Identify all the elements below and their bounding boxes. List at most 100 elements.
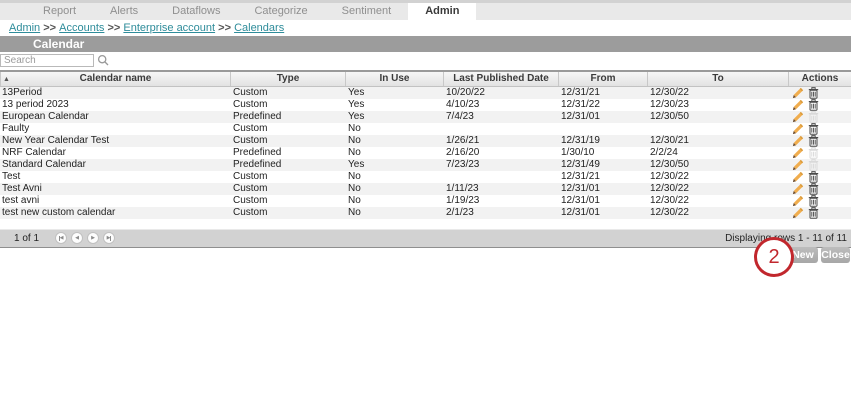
- column-header-calendar-name[interactable]: Calendar name: [0, 72, 230, 86]
- from-cell: 12/31/01: [558, 183, 647, 195]
- edit-pencil-icon[interactable]: [792, 87, 804, 99]
- search-row: [0, 53, 851, 70]
- actions-cell: [788, 171, 851, 183]
- delete-trash-icon[interactable]: [807, 195, 819, 207]
- to-cell: [647, 123, 788, 135]
- next-page-icon: ▶: [91, 236, 95, 241]
- from-cell: [558, 123, 647, 135]
- last-published-cell: 7/23/23: [443, 159, 558, 171]
- column-header-actions[interactable]: Actions: [788, 72, 851, 86]
- sort-asc-icon[interactable]: ▲: [3, 72, 10, 87]
- breadcrumb-link-admin[interactable]: Admin: [9, 22, 40, 34]
- search-input[interactable]: [0, 54, 94, 67]
- tab-report[interactable]: Report: [26, 3, 93, 20]
- table-row[interactable]: Test Custom No 12/31/21 12/30/22: [0, 171, 851, 183]
- column-header-in-use[interactable]: In Use: [345, 72, 443, 86]
- calendar-name-cell: Standard Calendar: [0, 159, 230, 171]
- annotation-number: 2: [768, 246, 779, 269]
- from-cell: 12/31/01: [558, 195, 647, 207]
- edit-pencil-icon[interactable]: [792, 171, 804, 183]
- calendar-name-cell: NRF Calendar: [0, 147, 230, 159]
- actions-cell: [788, 111, 851, 123]
- delete-trash-icon[interactable]: [807, 183, 819, 195]
- to-cell: 12/30/50: [647, 159, 788, 171]
- delete-trash-icon[interactable]: [807, 99, 819, 111]
- edit-pencil-icon[interactable]: [792, 111, 804, 123]
- type-cell: Custom: [230, 123, 345, 135]
- delete-trash-icon[interactable]: [807, 123, 819, 135]
- type-cell: Custom: [230, 207, 345, 219]
- last-page-button[interactable]: ▶: [103, 232, 115, 244]
- actions-cell: [788, 207, 851, 219]
- last-published-cell: 2/16/20: [443, 147, 558, 159]
- last-published-cell: [443, 171, 558, 183]
- tab-alerts[interactable]: Alerts: [93, 3, 155, 20]
- type-cell: Custom: [230, 195, 345, 207]
- edit-pencil-icon[interactable]: [792, 99, 804, 111]
- table-header-row: ▲ Calendar nameTypeIn UseLast Published …: [0, 72, 851, 87]
- edit-pencil-icon[interactable]: [792, 135, 804, 147]
- breadcrumb-link-calendars[interactable]: Calendars: [234, 22, 284, 34]
- breadcrumb-link-enterprise-account[interactable]: Enterprise account: [123, 22, 215, 34]
- table-row[interactable]: Faulty Custom No: [0, 123, 851, 135]
- next-page-button[interactable]: ▶: [87, 232, 99, 244]
- in-use-cell: No: [345, 183, 443, 195]
- edit-pencil-icon[interactable]: [792, 147, 804, 159]
- table-row[interactable]: European Calendar Predefined Yes 7/4/23 …: [0, 111, 851, 123]
- table-row[interactable]: test avni Custom No 1/19/23 12/31/01 12/…: [0, 195, 851, 207]
- from-cell: 12/31/01: [558, 207, 647, 219]
- in-use-cell: Yes: [345, 111, 443, 123]
- calendar-name-cell: Test Avni: [0, 183, 230, 195]
- first-page-button[interactable]: ◀: [55, 232, 67, 244]
- column-header-to[interactable]: To: [647, 72, 788, 86]
- edit-pencil-icon[interactable]: [792, 123, 804, 135]
- table-row[interactable]: 13 period 2023 Custom Yes 4/10/23 12/31/…: [0, 99, 851, 111]
- table-row[interactable]: New Year Calendar Test Custom No 1/26/21…: [0, 135, 851, 147]
- to-cell: 12/30/21: [647, 135, 788, 147]
- breadcrumb-link-accounts[interactable]: Accounts: [59, 22, 104, 34]
- actions-cell: [788, 159, 851, 171]
- from-cell: 1/30/10: [558, 147, 647, 159]
- table-row[interactable]: 13Period Custom Yes 10/20/22 12/31/21 12…: [0, 87, 851, 99]
- to-cell: 12/30/23: [647, 99, 788, 111]
- tab-bar: ReportAlertsDataflowsCategorizeSentiment…: [0, 0, 851, 20]
- to-cell: 12/30/22: [647, 207, 788, 219]
- column-header-from[interactable]: From: [558, 72, 647, 86]
- type-cell: Custom: [230, 171, 345, 183]
- tab-dataflows[interactable]: Dataflows: [155, 3, 237, 20]
- type-cell: Custom: [230, 87, 345, 99]
- column-header-type[interactable]: Type: [230, 72, 345, 86]
- delete-trash-icon[interactable]: [807, 135, 819, 147]
- type-cell: Custom: [230, 99, 345, 111]
- tab-categorize[interactable]: Categorize: [237, 3, 324, 20]
- delete-trash-icon[interactable]: [807, 87, 819, 99]
- table-row[interactable]: Standard Calendar Predefined Yes 7/23/23…: [0, 159, 851, 171]
- type-cell: Custom: [230, 183, 345, 195]
- edit-pencil-icon[interactable]: [792, 207, 804, 219]
- edit-pencil-icon[interactable]: [792, 159, 804, 171]
- last-published-cell: 1/19/23: [443, 195, 558, 207]
- table-row[interactable]: test new custom calendar Custom No 2/1/2…: [0, 207, 851, 219]
- column-header-last-published-date[interactable]: Last Published Date: [443, 72, 558, 86]
- delete-trash-icon[interactable]: [807, 207, 819, 219]
- tab-sentiment[interactable]: Sentiment: [325, 3, 409, 20]
- in-use-cell: No: [345, 171, 443, 183]
- table-row[interactable]: NRF Calendar Predefined No 2/16/20 1/30/…: [0, 147, 851, 159]
- from-cell: 12/31/01: [558, 111, 647, 123]
- breadcrumb-separator: >>: [215, 22, 234, 34]
- search-icon[interactable]: [97, 54, 110, 67]
- previous-page-button[interactable]: ◀: [71, 232, 83, 244]
- close-button[interactable]: Close: [821, 247, 850, 263]
- type-cell: Predefined: [230, 111, 345, 123]
- edit-pencil-icon[interactable]: [792, 195, 804, 207]
- edit-pencil-icon[interactable]: [792, 183, 804, 195]
- in-use-cell: Yes: [345, 159, 443, 171]
- delete-trash-icon[interactable]: [807, 171, 819, 183]
- in-use-cell: No: [345, 135, 443, 147]
- tab-admin[interactable]: Admin: [408, 3, 476, 20]
- page-title: Calendar: [33, 37, 84, 51]
- table-row[interactable]: Test Avni Custom No 1/11/23 12/31/01 12/…: [0, 183, 851, 195]
- delete-trash-icon: [807, 111, 819, 123]
- in-use-cell: No: [345, 147, 443, 159]
- last-published-cell: 2/1/23: [443, 207, 558, 219]
